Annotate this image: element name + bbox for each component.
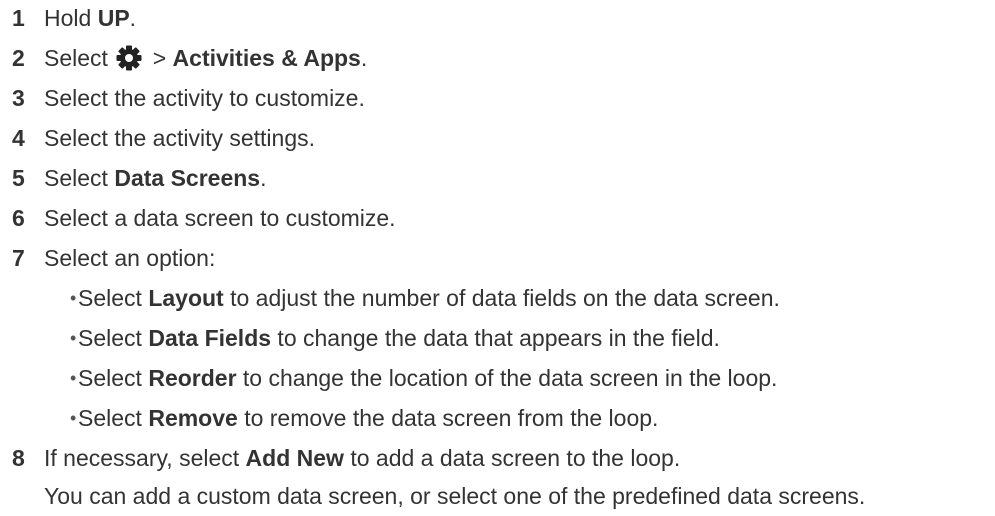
bullet-marker: • [70,368,77,388]
step-text-suffix: . [129,5,137,31]
option-text-prefix: Select [78,405,149,431]
step-text-prefix: Select [44,165,115,191]
step-text-suffix: . [360,45,368,71]
option-keyword: Data Fields [148,325,272,351]
step-text: Select an option: [44,245,216,271]
option-text-suffix: to adjust the number of data fields on t… [223,285,780,311]
step-text-prefix: Select [44,45,115,71]
option-text-prefix: Select [78,365,149,391]
step-number: 7 [12,245,25,271]
step-text: Select Data Screens. [44,158,266,198]
step-keyword: Data Screens [114,165,261,191]
step-text-prefix: If necessary, select [44,445,246,471]
step-keyword: UP [97,5,130,31]
step-text: Select > Activities & Apps. [44,38,367,78]
step-text: Select the activity settings. [44,125,316,151]
step-keyword: Add New [245,445,344,471]
step-text: Select the activity to customize. [44,85,365,111]
option-text: Select Layout to adjust the number of da… [78,278,780,318]
bullet-marker: • [70,288,77,308]
gear-icon [116,43,142,71]
bullet-marker: • [70,328,77,348]
option-text-suffix: to change the data that appears in the f… [271,325,720,351]
step-text-prefix: Hold [44,5,98,31]
step-number: 4 [12,125,25,151]
step-text: If necessary, select Add New to add a da… [44,438,680,478]
step-number: 3 [12,85,25,111]
bullet-marker: • [70,408,77,428]
option-keyword: Layout [148,285,224,311]
option-keyword: Reorder [148,365,237,391]
step-8-note: You can add a custom data screen, or sel… [44,483,866,509]
option-text-prefix: Select [78,325,149,351]
step-text-suffix: . [260,165,267,191]
step-keyword: Activities & Apps [172,45,361,71]
option-text-prefix: Select [78,285,149,311]
step-number: 8 [12,445,25,471]
option-text: Select Remove to remove the data screen … [78,398,658,438]
step-number: 6 [12,205,25,231]
option-text: Select Reorder to change the location of… [78,358,777,398]
option-text: Select Data Fields to change the data th… [78,318,720,358]
step-text-suffix: to add a data screen to the loop. [343,445,681,471]
step-number: 5 [12,165,25,191]
option-text-suffix: to change the location of the data scree… [236,365,778,391]
step-text: Select a data screen to customize. [44,205,396,231]
step-number: 1 [12,5,25,31]
step-text: Hold UP. [44,0,136,38]
option-keyword: Remove [148,405,238,431]
instruction-list: 1 Hold UP. 2 Select > Activities & Apps.… [0,0,995,516]
option-text-suffix: to remove the data screen from the loop. [237,405,659,431]
breadcrumb-separator: > [146,45,173,71]
step-number: 2 [12,45,25,71]
